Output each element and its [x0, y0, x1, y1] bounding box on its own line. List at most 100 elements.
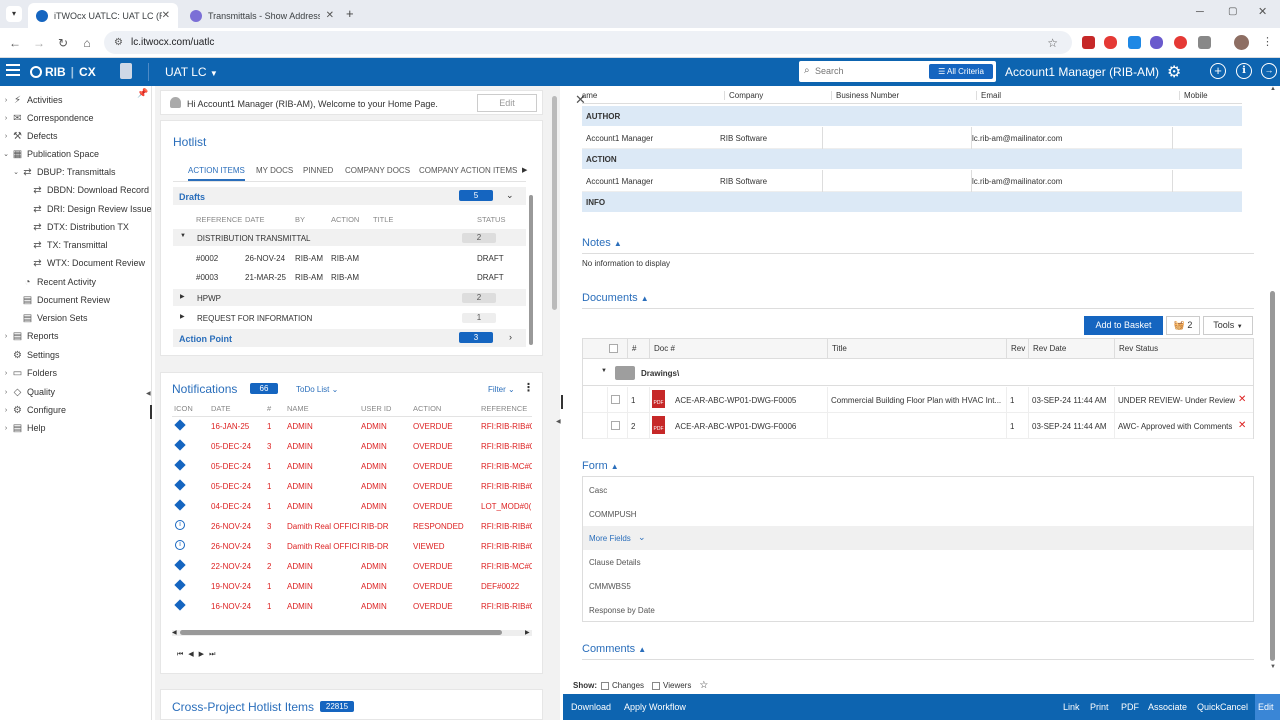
- edit-button[interactable]: Edit: [1255, 694, 1280, 720]
- pane-scrollbar[interactable]: [1270, 291, 1275, 661]
- associate-button[interactable]: Associate: [1148, 702, 1187, 712]
- browser-tab[interactable]: Transmittals - Show Addressing ✕: [182, 3, 342, 28]
- group-rfi[interactable]: ▶ REQUEST FOR INFORMATION 1: [173, 309, 526, 326]
- minimize-icon[interactable]: ─: [1196, 6, 1204, 18]
- profile-avatar[interactable]: [1234, 35, 1249, 50]
- documents-column-header[interactable]: Rev Date: [1028, 339, 1066, 359]
- help-circle-icon[interactable]: ℹ: [1236, 63, 1252, 79]
- hotlist-row[interactable]: #0003 21-MAR-25 RIB-AM RIB-AM DRAFT: [173, 268, 526, 287]
- addressing-row[interactable]: Account1 Manager RIB Software lc.rib-am@ma…: [582, 127, 1242, 149]
- notification-row[interactable]: 05-DEC-24 3 ADMIN ADMIN OVERDUE RFI:RIB-RIB#0…: [172, 436, 532, 456]
- sidebar-item-recent-activity[interactable]: ◔ Recent Activity: [0, 273, 152, 291]
- sidebar-item-reports[interactable]: › ▤ Reports: [0, 327, 152, 345]
- more-options-icon[interactable]: ⋮: [523, 381, 534, 394]
- scroll-left-icon[interactable]: ◀: [172, 629, 177, 636]
- changes-checkbox[interactable]: [601, 681, 609, 690]
- sidebar-item-correspondence[interactable]: › ✉ Correspondence: [0, 109, 152, 127]
- scroll-up-icon[interactable]: ▲: [1270, 86, 1276, 92]
- chevron-icon[interactable]: ›: [2, 333, 10, 340]
- pager[interactable]: ⏮◀▶⏭: [177, 650, 220, 659]
- sidebar-item-wtx-document-review[interactable]: ⇄ WTX: Document Review: [0, 254, 152, 272]
- star-icon[interactable]: ☆: [699, 680, 708, 691]
- sidebar-item-help[interactable]: › ▤ Help: [0, 419, 152, 437]
- notification-row[interactable]: i 26-NOV-24 3 Damith Real OFFICE RIB-DR VIEWE…: [172, 536, 532, 556]
- rib-logo[interactable]: RIB | CX: [30, 65, 96, 79]
- documents-column-header[interactable]: Rev Status: [1114, 339, 1158, 359]
- print-button[interactable]: Print: [1090, 702, 1109, 712]
- site-info-icon[interactable]: ⚙: [114, 37, 123, 48]
- sidebar-item-configure[interactable]: › ⚙ Configure: [0, 401, 152, 419]
- documents-header[interactable]: Documents ▲: [582, 292, 649, 304]
- sidebar-item-defects[interactable]: › ⚒ Defects: [0, 127, 152, 145]
- sidebar-item-folders[interactable]: › ▭ Folders: [0, 364, 152, 382]
- panel-splitter[interactable]: [150, 405, 152, 419]
- back-icon[interactable]: ←: [6, 34, 24, 52]
- sidebar-item-dbup-transmittals[interactable]: ⌄ ⇄ DBUP: Transmittals: [0, 163, 152, 181]
- group-distribution-transmittal[interactable]: ▼ DISTRIBUTION TRANSMITTAL 2: [173, 229, 526, 246]
- documents-column-header[interactable]: #: [627, 339, 636, 359]
- close-icon[interactable]: ✕: [162, 10, 170, 21]
- viewers-checkbox[interactable]: [652, 681, 661, 690]
- sidebar-item-document-review[interactable]: ▤ Document Review: [0, 291, 152, 309]
- hamburger-icon[interactable]: [6, 64, 20, 76]
- remove-icon[interactable]: ✕: [1238, 420, 1246, 431]
- tools-dropdown[interactable]: Tools ▼: [1203, 316, 1253, 335]
- sidebar-item-tx-transmittal[interactable]: ⇄ TX: Transmittal: [0, 236, 152, 254]
- hotlist-tab-my-docs[interactable]: MY DOCS: [256, 166, 293, 175]
- apply-workflow-button[interactable]: Apply Workflow: [624, 702, 686, 712]
- notes-header[interactable]: Notes ▲: [582, 237, 622, 249]
- notification-row[interactable]: 22-NOV-24 2 ADMIN ADMIN OVERDUE RFI:RIB-MC#0(: [172, 556, 532, 576]
- comments-header[interactable]: Comments ▲: [582, 643, 646, 655]
- project-image-icon[interactable]: [120, 63, 132, 79]
- search-box[interactable]: ⌕ ☰ All Criteria: [799, 61, 996, 82]
- remove-icon[interactable]: ✕: [1238, 394, 1246, 405]
- chevron-down-icon[interactable]: ⌄: [506, 190, 514, 201]
- row-checkbox[interactable]: [611, 395, 620, 404]
- sidebar-item-publication-space[interactable]: ⌄ ▦ Publication Space: [0, 145, 152, 163]
- forward-icon[interactable]: →: [30, 34, 48, 52]
- puzzle-icon[interactable]: [1198, 36, 1211, 49]
- panel-scrollbar[interactable]: [552, 96, 557, 310]
- hotlist-tab-company-action-items[interactable]: COMPANY ACTION ITEMS: [419, 166, 517, 175]
- notification-row[interactable]: 04-DEC-24 1 ADMIN ADMIN OVERDUE LOT_MOD#0(: [172, 496, 532, 516]
- extension-icon[interactable]: [1082, 36, 1095, 49]
- notification-row[interactable]: 16-JAN-25 1 ADMIN ADMIN OVERDUE RFI:RIB-RIB#0…: [172, 416, 532, 436]
- link-button[interactable]: Link: [1063, 702, 1080, 712]
- project-selector[interactable]: UAT LC ▼: [165, 65, 218, 79]
- todo-list-dropdown[interactable]: ToDo List ⌄: [296, 385, 338, 394]
- sidebar-item-settings[interactable]: ⚙ Settings: [0, 346, 152, 364]
- chevron-icon[interactable]: ›: [2, 133, 10, 140]
- download-button[interactable]: Download: [571, 702, 611, 712]
- notification-row[interactable]: 16-NOV-24 1 ADMIN ADMIN OVERDUE RFI:RIB-RIB#0…: [172, 596, 532, 616]
- scroll-right-icon[interactable]: ▶: [525, 629, 530, 636]
- all-criteria-button[interactable]: ☰ All Criteria: [929, 64, 993, 79]
- filter-dropdown[interactable]: Filter ⌄: [488, 385, 515, 394]
- gear-icon[interactable]: ⚙: [1167, 62, 1181, 82]
- sidebar-item-dtx-distribution-tx[interactable]: ⇄ DTX: Distribution TX: [0, 218, 152, 236]
- add-circle-icon[interactable]: +: [1210, 63, 1226, 79]
- reload-icon[interactable]: ↻: [54, 34, 72, 52]
- hotlist-tab-pinned[interactable]: PINNED: [303, 166, 333, 175]
- sidebar-item-version-sets[interactable]: ▤ Version Sets: [0, 309, 152, 327]
- hotlist-tab-company-docs[interactable]: COMPANY DOCS: [345, 166, 410, 175]
- sidebar-item-dbdn-download-record[interactable]: ⇄ DBDN: Download Record: [0, 181, 152, 199]
- hotlist-scrollbar[interactable]: [529, 195, 533, 345]
- browser-tab-active[interactable]: iTWOcx UATLC: UAT LC (RIB-AM ✕: [28, 3, 178, 28]
- addressing-row[interactable]: Account1 Manager RIB Software lc.rib-am@ma…: [582, 170, 1242, 192]
- search-input[interactable]: [815, 64, 925, 78]
- more-fields-row[interactable]: More Fields ⌄: [583, 526, 1253, 550]
- chevron-icon[interactable]: ›: [2, 115, 10, 122]
- caret-down-icon[interactable]: ▼: [601, 368, 607, 374]
- chevron-right-icon[interactable]: ›: [509, 332, 512, 342]
- chevron-icon[interactable]: ⌄: [2, 150, 10, 158]
- user-name[interactable]: Account1 Manager (RIB-AM): [1005, 65, 1159, 79]
- chevron-icon[interactable]: ⌄: [12, 168, 20, 176]
- documents-column-header[interactable]: Doc #: [649, 339, 675, 359]
- new-tab-icon[interactable]: +: [346, 6, 354, 21]
- more-fields-toggle[interactable]: More Fields: [589, 534, 631, 543]
- restore-icon[interactable]: ▢: [1228, 6, 1237, 17]
- notification-row[interactable]: 05-DEC-24 1 ADMIN ADMIN OVERDUE RFI:RIB-MC#0(: [172, 456, 532, 476]
- edit-button[interactable]: Edit: [477, 94, 537, 112]
- scroll-down-icon[interactable]: ▼: [1270, 664, 1276, 670]
- group-hpwp[interactable]: ▶ HPWP 2: [173, 289, 526, 306]
